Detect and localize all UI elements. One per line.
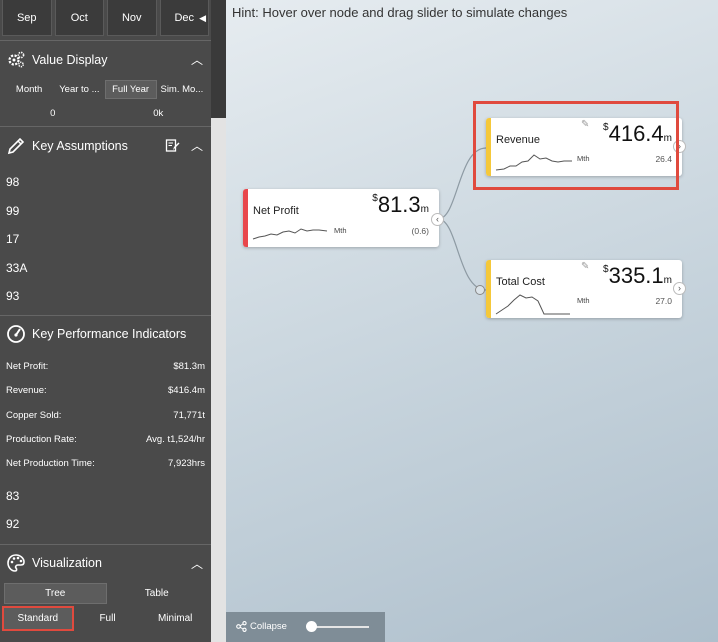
tab-table[interactable]: Table [107, 584, 208, 603]
chevron-up-icon[interactable]: ︿ [189, 51, 205, 68]
node-value: $81.3m [372, 192, 429, 218]
chevron-up-icon[interactable]: ︿ [189, 555, 205, 572]
node-period: Mth [577, 296, 590, 305]
kpi-label: Copper Sold: [6, 409, 62, 421]
kpi-row: Production Rate: Avg. t1,524/hr [0, 427, 211, 451]
mode-full[interactable]: Full [74, 608, 142, 629]
value-number: 335.1 [608, 263, 664, 288]
kpi-value: Avg. t1,524/hr [146, 434, 205, 446]
value-unit: m [663, 275, 672, 286]
kpi-row: Net Profit: $81.3m [0, 355, 211, 379]
value-display-options: Month Year to ... Full Year Sim. Mo... [0, 78, 211, 100]
kpi-extra-item[interactable]: 92 [0, 510, 211, 538]
kpi-label: Production Rate: [6, 434, 77, 446]
visualization-modes: Standard Full Minimal [2, 606, 209, 632]
zoom-slider-track[interactable] [309, 626, 369, 628]
assumptions-list: 98 99 17 33A 93 [0, 164, 211, 311]
key-assumptions-title: Key Assumptions [32, 138, 128, 153]
month-button-sep[interactable]: Sep [2, 0, 52, 36]
share-nodes-icon [236, 621, 247, 632]
assumption-item[interactable]: 98 [0, 168, 211, 197]
collapse-button[interactable]: Collapse [236, 621, 287, 632]
month-button-nov[interactable]: Nov [107, 0, 157, 36]
scrollbar-thumb[interactable] [211, 118, 226, 642]
gauge-icon [6, 324, 26, 344]
value-display-header[interactable]: Value Display ︿ [0, 40, 211, 78]
kpi-label: Revenue: [6, 385, 47, 397]
visualization-header[interactable]: Visualization ︿ [0, 543, 211, 582]
node-net-profit[interactable]: Net Profit $81.3m Mth (0.6) ‹ [243, 189, 444, 247]
month-label-dec: Dec [174, 12, 195, 24]
tree-canvas[interactable]: Hint: Hover over node and drag slider to… [226, 0, 718, 642]
kpi-extra-item[interactable]: 83 [0, 482, 211, 510]
pencil-icon [6, 136, 26, 156]
kpi-list: Net Profit: $81.3m Revenue: $416.4m Copper… [0, 353, 211, 538]
sidebar-scrollbar[interactable] [211, 0, 226, 642]
option-full-year[interactable]: Full Year [104, 79, 157, 99]
edit-note-icon[interactable] [163, 138, 181, 153]
kpi-label: Net Profit: [6, 361, 49, 373]
node-delta: (0.6) [411, 226, 429, 236]
assumption-item[interactable]: 99 [0, 197, 211, 226]
kpi-header[interactable]: Key Performance Indicators [0, 314, 211, 353]
kpi-row: Net Production Time: 7,923hrs [0, 452, 211, 476]
kpi-label: Net Production Time: [6, 458, 95, 470]
kpi-row: Copper Sold: 71,771t [0, 403, 211, 427]
kpi-value: $416.4m [168, 385, 205, 397]
mode-minimal[interactable]: Minimal [141, 608, 209, 629]
node-color-bar [243, 189, 248, 247]
tab-tree[interactable]: Tree [4, 583, 107, 605]
node-delta: 27.0 [655, 296, 672, 306]
tree-connectors [437, 147, 487, 291]
sidebar: Sep Oct Nov Dec ◀ Value Display ︿ Month Y… [0, 0, 211, 642]
option-year-to-date[interactable]: Year to ... [54, 81, 104, 98]
kpi-title: Key Performance Indicators [32, 327, 187, 341]
option-month[interactable]: Month [4, 81, 54, 98]
assumption-item[interactable]: 33A [0, 254, 211, 283]
caret-left-icon[interactable]: ◀ [199, 13, 206, 24]
visualization-tabs: Tree Table [4, 582, 207, 606]
expand-node-toggle[interactable]: › [673, 282, 686, 295]
sparkline [252, 228, 328, 240]
chevron-up-icon[interactable]: ︿ [189, 137, 205, 154]
highlight-box [473, 101, 679, 190]
visualization-title: Visualization [32, 556, 102, 571]
key-assumptions-header[interactable]: Key Assumptions ︿ [0, 126, 211, 164]
node-total-cost[interactable]: Total Cost ✎ $335.1m Mth 27.0 › [486, 260, 686, 318]
kpi-value: $81.3m [173, 361, 205, 373]
value-unit: m [420, 204, 429, 215]
node-label: Total Cost [496, 276, 545, 288]
range-min: 0 [50, 107, 56, 119]
value-display-range: 0 0k [0, 100, 211, 126]
node-label: Net Profit [253, 205, 299, 217]
assumption-item[interactable]: 17 [0, 225, 211, 254]
kpi-value: 7,923hrs [168, 458, 205, 470]
range-max: 0k [153, 107, 164, 119]
connector-node-dot[interactable] [475, 285, 485, 295]
value-display-title: Value Display [32, 52, 108, 67]
month-button-oct[interactable]: Oct [54, 0, 104, 36]
mode-standard[interactable]: Standard [2, 606, 74, 632]
edit-pencil-icon[interactable]: ✎ [581, 261, 589, 272]
assumption-item[interactable]: 93 [0, 282, 211, 311]
sparkline [495, 294, 570, 315]
zoom-slider-knob[interactable] [306, 621, 317, 632]
kpi-row: Revenue: $416.4m [0, 379, 211, 403]
node-period: Mth [334, 226, 347, 235]
node-color-bar [486, 260, 491, 318]
canvas-controls: Collapse [226, 612, 385, 642]
option-sim-month[interactable]: Sim. Mo... [157, 81, 207, 98]
node-value: $335.1m [603, 263, 672, 289]
kpi-value: 71,771t [173, 409, 205, 421]
collapse-node-toggle[interactable]: ‹ [431, 213, 444, 226]
gears-icon [6, 50, 26, 70]
palette-icon [6, 553, 26, 573]
collapse-label: Collapse [250, 621, 287, 632]
month-selector: Sep Oct Nov Dec ◀ [0, 0, 211, 36]
month-button-dec[interactable]: Dec ◀ [159, 0, 209, 36]
value-number: 81.3 [377, 192, 421, 217]
